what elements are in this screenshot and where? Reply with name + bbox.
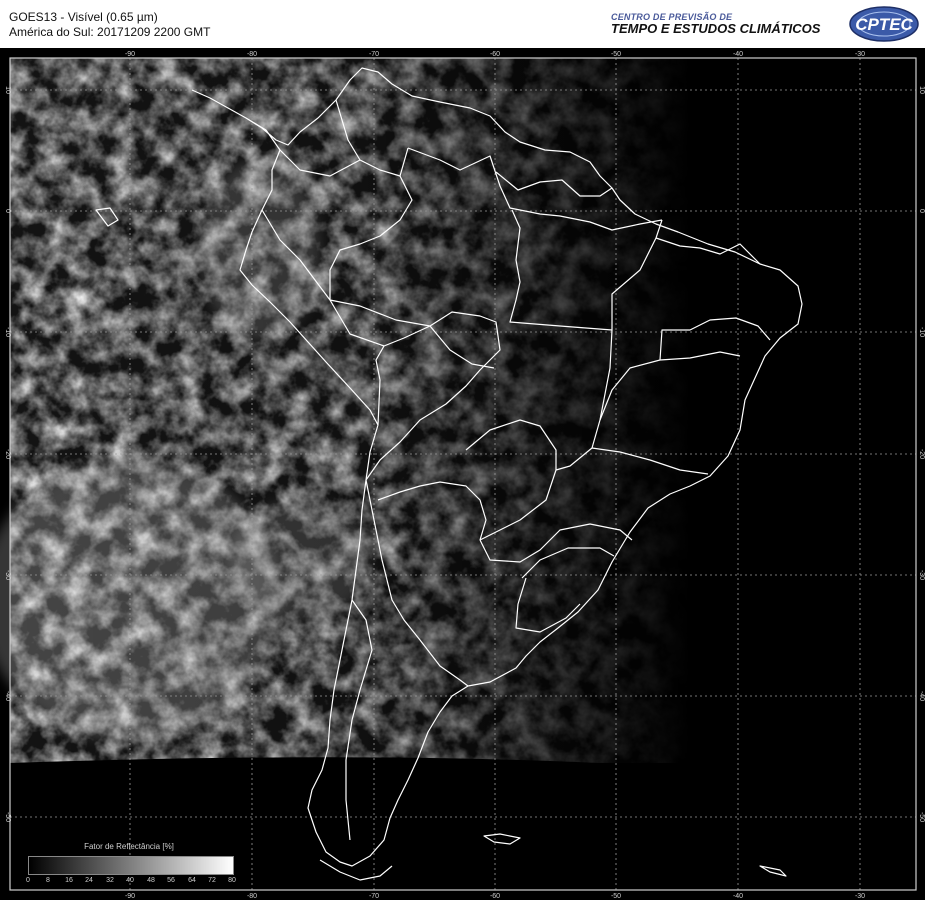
region-timestamp: América do Sul: 20171209 2200 GMT	[9, 25, 211, 39]
lat-label-left: -30	[4, 570, 11, 580]
cptec-title: TEMPO E ESTUDOS CLIMÁTICOS	[611, 21, 821, 36]
lat-label-left: -50	[4, 812, 11, 822]
lat-label-right: -40	[918, 691, 925, 701]
lat-label-right: -10	[918, 327, 925, 337]
product-title: GOES13 - Visível (0.65 µm)	[9, 10, 158, 24]
lon-label-top: -70	[369, 51, 379, 58]
lon-label-top: -80	[247, 51, 257, 58]
lat-label-right: -30	[918, 570, 925, 580]
colorbar-tick: 16	[65, 877, 73, 884]
lon-label-bottom: -70	[369, 893, 379, 900]
lat-label-left: 0	[4, 209, 11, 213]
cloud-imagery	[0, 58, 916, 900]
lon-label-bottom: -50	[611, 893, 621, 900]
lon-label-top: -30	[855, 51, 865, 58]
colorbar-title: Fator de Reflectância [%]	[84, 842, 174, 851]
lat-label-left: -40	[4, 691, 11, 701]
lat-label-right: -20	[918, 449, 925, 459]
lon-label-top: -40	[733, 51, 743, 58]
lon-label-top: -90	[125, 51, 135, 58]
lat-label-right: -50	[918, 812, 925, 822]
colorbar-tick: 56	[167, 877, 175, 884]
lon-label-bottom: -90	[125, 893, 135, 900]
lon-label-bottom: -30	[855, 893, 865, 900]
colorbar-gradient	[28, 856, 234, 875]
colorbar-tick: 80	[228, 877, 236, 884]
lat-label-left: -10	[4, 327, 11, 337]
colorbar-tick: 24	[85, 877, 93, 884]
colorbar-tick: 0	[26, 877, 30, 884]
colorbar-tick: 8	[46, 877, 50, 884]
lon-label-top: -50	[611, 51, 621, 58]
cptec-logo: CPTEC	[849, 6, 919, 42]
colorbar-tick: 32	[106, 877, 114, 884]
lat-label-right: 10	[918, 86, 925, 94]
colorbar-tick: 40	[126, 877, 134, 884]
lon-label-bottom: -40	[733, 893, 743, 900]
colorbar-tick: 64	[188, 877, 196, 884]
satellite-map: -90 -80 -70 -60 -50 -40 -30 -90 -80 -70 …	[0, 48, 925, 900]
header: GOES13 - Visível (0.65 µm) América do Su…	[0, 0, 925, 48]
lat-label-right: 0	[918, 209, 925, 213]
logo-text: CPTEC	[855, 15, 913, 34]
lon-label-top: -60	[490, 51, 500, 58]
colorbar: Fator de Reflectância [%] 0 8 16 24 32 4…	[26, 842, 240, 888]
lat-label-left: -20	[4, 449, 11, 459]
colorbar-tick: 72	[208, 877, 216, 884]
lon-label-bottom: -60	[490, 893, 500, 900]
colorbar-tick: 48	[147, 877, 155, 884]
lon-label-bottom: -80	[247, 893, 257, 900]
lat-label-left: 10	[4, 86, 11, 94]
